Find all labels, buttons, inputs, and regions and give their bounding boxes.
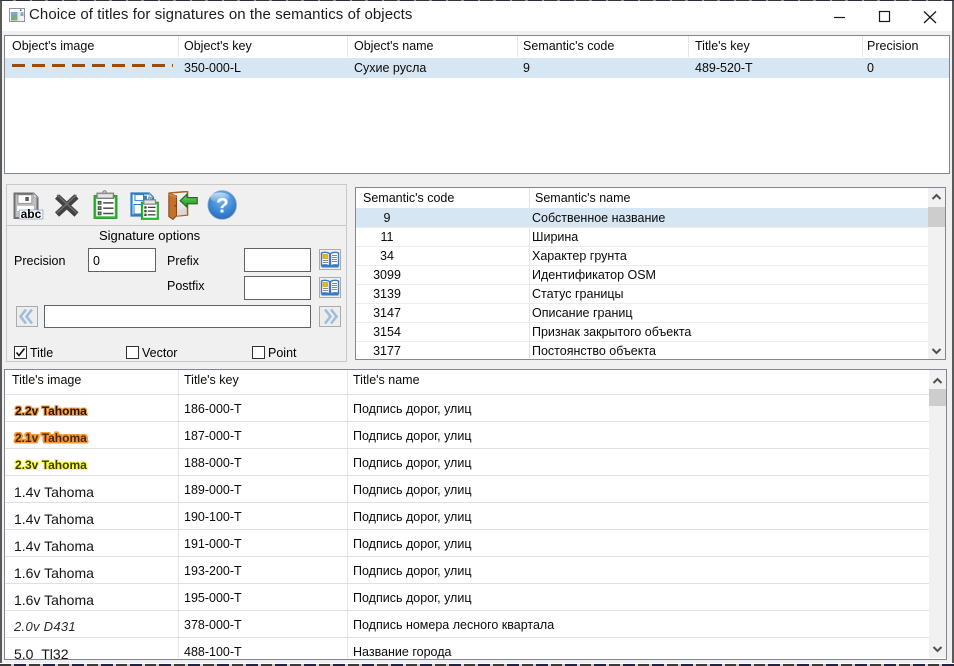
svg-text:abc: abc [21,207,42,220]
svg-text:?: ? [216,195,229,218]
